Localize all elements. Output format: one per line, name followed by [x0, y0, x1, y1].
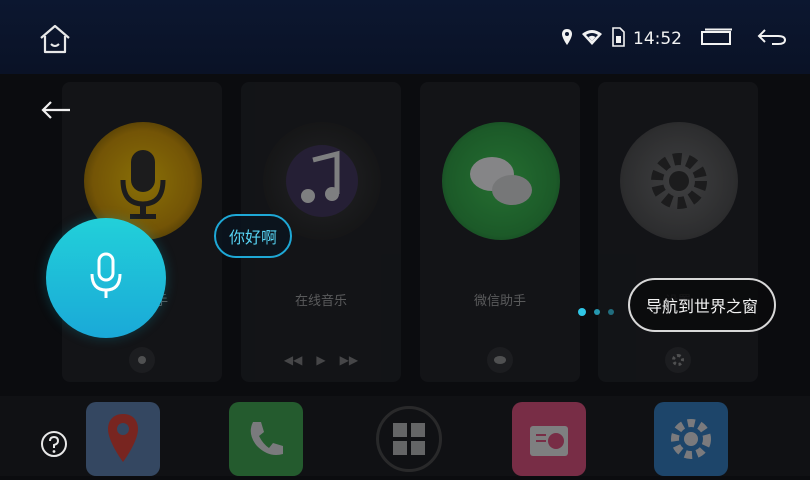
card-controls: ◀◀ ▶ ▶▶	[241, 344, 401, 376]
recent-apps-icon[interactable]	[700, 28, 734, 50]
gear-icon	[620, 122, 738, 240]
wechat-small-icon	[487, 347, 513, 373]
grid-icon	[376, 406, 442, 472]
card-label: 在线音乐	[294, 294, 347, 309]
dot	[578, 308, 586, 316]
help-icon[interactable]	[40, 430, 68, 458]
play-icon: ▶	[316, 353, 326, 367]
dot	[594, 309, 600, 315]
dot	[608, 309, 614, 315]
dock	[0, 396, 810, 476]
phone-icon	[229, 402, 303, 476]
card-wechat-assistant: 微信助手	[420, 82, 580, 382]
wechat-icon	[442, 122, 560, 240]
card-controls	[62, 344, 222, 376]
card-controls	[420, 344, 580, 376]
card-settings: 设置	[598, 82, 758, 382]
home-icon[interactable]	[38, 24, 72, 54]
voice-mic-button[interactable]	[46, 218, 166, 338]
back-arrow-icon[interactable]	[40, 100, 72, 120]
user-utterance-bubble: 你好啊	[214, 214, 293, 258]
card-label: 微信助手	[473, 294, 526, 309]
listening-dots	[578, 308, 614, 316]
status-bar: 14:52	[0, 0, 810, 74]
assistant-reply-bubble[interactable]: 导航到世界之窗	[628, 278, 777, 332]
sim-icon	[611, 27, 625, 51]
next-icon: ▶▶	[339, 353, 359, 367]
status-icons: 14:52	[561, 27, 788, 51]
settings-icon	[654, 402, 728, 476]
previous-icon: ◀◀	[283, 353, 303, 367]
location-pin-icon	[561, 28, 573, 50]
status-time: 14:52	[633, 29, 682, 49]
card-controls	[598, 344, 758, 376]
record-icon	[129, 347, 155, 373]
gear-small-icon	[665, 347, 691, 373]
map-icon	[86, 402, 160, 476]
back-icon[interactable]	[756, 27, 788, 51]
microphone-icon	[88, 252, 124, 304]
radio-icon	[512, 402, 586, 476]
wifi-icon	[581, 28, 603, 50]
